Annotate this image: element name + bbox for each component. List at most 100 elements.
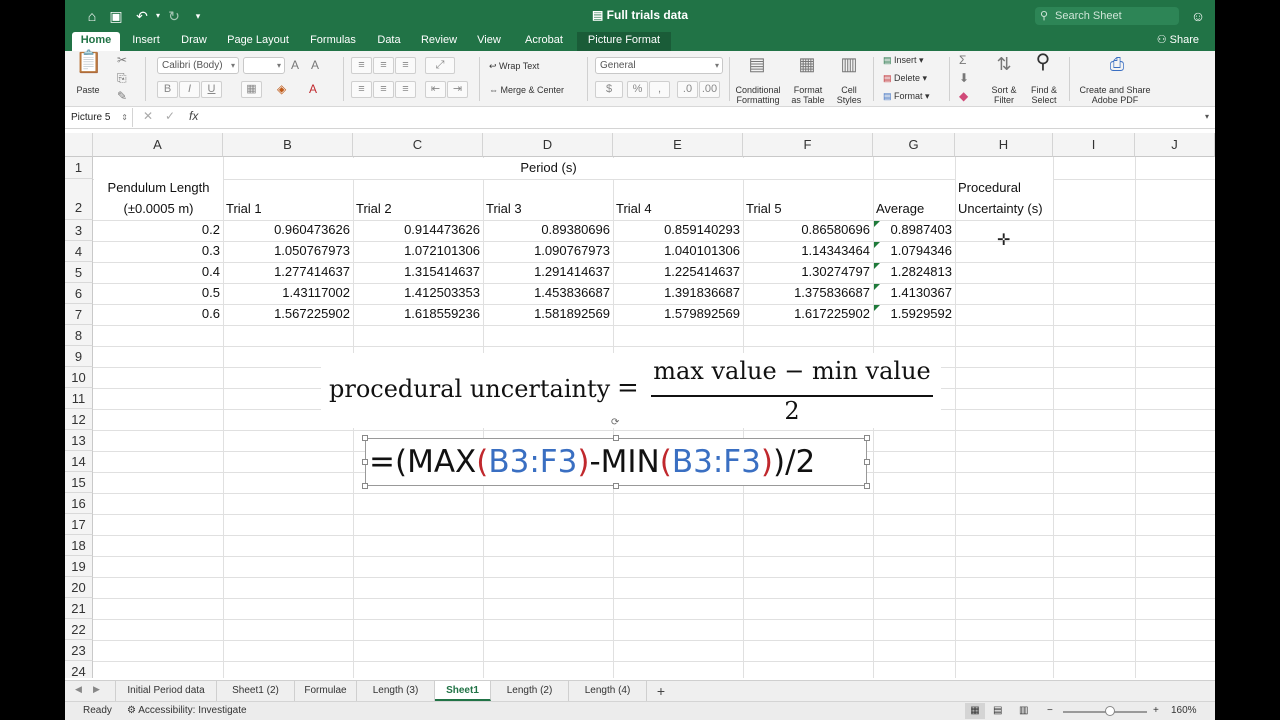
paste-icon[interactable]: 📋 — [75, 51, 102, 81]
comma-button[interactable]: , — [649, 81, 670, 98]
cell-c7[interactable]: 1.618559236 — [354, 304, 480, 324]
cancel-icon[interactable]: ✕ — [143, 109, 153, 123]
zoom-out-icon[interactable]: − — [1047, 702, 1053, 720]
tab-page-layout[interactable]: Page Layout — [223, 32, 293, 51]
cell-g5[interactable]: 1.2824813 — [874, 262, 952, 282]
row-header[interactable]: 2 — [65, 179, 93, 220]
page-layout-view-icon[interactable]: ▤ — [993, 702, 1002, 720]
formula-input[interactable] — [210, 109, 1210, 127]
equation-picture[interactable]: procedural uncertainty = max value − min… — [321, 353, 941, 428]
add-sheet-button[interactable]: + — [649, 681, 673, 701]
cell-g6[interactable]: 1.4130367 — [874, 283, 952, 303]
row-header[interactable]: 15 — [65, 472, 93, 493]
align-bottom-button[interactable]: ≡ — [395, 57, 416, 74]
accessibility-status[interactable]: ⚙ Accessibility: Investigate — [127, 702, 247, 720]
row-header[interactable]: 23 — [65, 640, 93, 661]
error-indicator-icon[interactable] — [874, 284, 880, 290]
row-header[interactable]: 8 — [65, 325, 93, 346]
increase-indent-button[interactable]: ⇥ — [447, 81, 468, 98]
cell-c5[interactable]: 1.315414637 — [354, 262, 480, 282]
row-header[interactable]: 3 — [65, 220, 93, 241]
format-painter-icon[interactable]: ✎ — [117, 89, 127, 103]
cell-b4[interactable]: 1.050767973 — [224, 241, 350, 261]
fill-icon[interactable]: ⬇ — [959, 71, 969, 85]
wrap-text-button[interactable]: ↩ Wrap Text — [489, 61, 559, 71]
formula-picture[interactable]: =(MAX(B3:F3)-MIN(B3:F3))/2 — [365, 438, 867, 486]
sheet-tab-sheet1-2[interactable]: Sheet1 (2) — [217, 681, 295, 701]
copy-icon[interactable]: ⎘ — [117, 71, 127, 85]
increase-decimal-button[interactable]: .0 — [677, 81, 698, 98]
paste-button[interactable]: Paste — [73, 85, 103, 95]
row-header[interactable]: 5 — [65, 262, 93, 283]
insert-function-icon[interactable]: fx — [189, 109, 198, 123]
column-header-e[interactable]: E — [613, 133, 743, 157]
cell-c3[interactable]: 0.914473626 — [354, 220, 480, 240]
zoom-slider-thumb[interactable] — [1105, 706, 1115, 716]
accounting-format-button[interactable]: $ — [595, 81, 623, 98]
merge-center-button[interactable]: ⇔ Merge & Center — [489, 85, 579, 95]
row-header[interactable]: 10 — [65, 367, 93, 388]
normal-view-icon[interactable]: ▦ — [965, 703, 985, 719]
row-header[interactable]: 1 — [65, 157, 93, 179]
cell-f6[interactable]: 1.375836687 — [744, 283, 870, 303]
cell-f7[interactable]: 1.617225902 — [744, 304, 870, 324]
row-header[interactable]: 20 — [65, 577, 93, 598]
cell-d4[interactable]: 1.090767973 — [484, 241, 610, 261]
number-format-select[interactable]: General ▾ — [595, 57, 723, 74]
format-as-table-button[interactable]: Format as Table — [787, 85, 829, 105]
align-left-button[interactable]: ≡ — [351, 81, 372, 98]
cell-a3[interactable]: 0.2 — [94, 220, 220, 240]
row-header[interactable]: 12 — [65, 409, 93, 430]
cell-a6[interactable]: 0.5 — [94, 283, 220, 303]
column-header-b[interactable]: B — [223, 133, 353, 157]
search-sheet-input[interactable]: ⚲ Search Sheet — [1035, 7, 1179, 25]
row-header[interactable]: 16 — [65, 493, 93, 514]
underline-button[interactable]: U — [201, 81, 222, 98]
error-indicator-icon[interactable] — [874, 305, 880, 311]
column-header-h[interactable]: H — [955, 133, 1053, 157]
delete-cells-button[interactable]: ▤ Delete ▾ — [883, 73, 943, 83]
sheet-tab-length-3[interactable]: Length (3) — [357, 681, 435, 701]
cell-g4[interactable]: 1.0794346 — [874, 241, 952, 261]
sheet-tab-length-4[interactable]: Length (4) — [569, 681, 647, 701]
zoom-level[interactable]: 160% — [1171, 702, 1197, 720]
stepper-icon[interactable]: ⇕ — [121, 108, 128, 127]
cell-d6[interactable]: 1.453836687 — [484, 283, 610, 303]
cell-e6[interactable]: 1.391836687 — [614, 283, 740, 303]
row-header[interactable]: 21 — [65, 598, 93, 619]
sheet-tab-sheet1[interactable]: Sheet1 — [435, 681, 491, 701]
decrease-decimal-button[interactable]: .00 — [699, 81, 720, 98]
tab-review[interactable]: Review — [417, 32, 461, 51]
column-header-d[interactable]: D — [483, 133, 613, 157]
resize-handle[interactable] — [864, 483, 870, 489]
decrease-indent-button[interactable]: ⇤ — [425, 81, 446, 98]
column-header-i[interactable]: I — [1053, 133, 1135, 157]
font-color-icon[interactable]: A — [309, 82, 317, 96]
cell-g3[interactable]: 0.8987403 — [874, 220, 952, 240]
column-header-c[interactable]: C — [353, 133, 483, 157]
cell-d7[interactable]: 1.581892569 — [484, 304, 610, 324]
cell-b5[interactable]: 1.277414637 — [224, 262, 350, 282]
column-header-a[interactable]: A — [93, 133, 223, 157]
row-header[interactable]: 9 — [65, 346, 93, 367]
select-all-corner[interactable] — [65, 133, 93, 157]
row-header[interactable]: 18 — [65, 535, 93, 556]
row-header[interactable]: 6 — [65, 283, 93, 304]
resize-handle[interactable] — [864, 435, 870, 441]
cut-icon[interactable]: ✂ — [117, 53, 127, 67]
align-middle-button[interactable]: ≡ — [373, 57, 394, 74]
align-center-button[interactable]: ≡ — [373, 81, 394, 98]
column-header-g[interactable]: G — [873, 133, 955, 157]
error-indicator-icon[interactable] — [874, 242, 880, 248]
row-header[interactable]: 11 — [65, 388, 93, 409]
column-header-j[interactable]: J — [1135, 133, 1215, 157]
resize-handle[interactable] — [864, 459, 870, 465]
tab-acrobat[interactable]: Acrobat — [517, 32, 571, 51]
cell-b6[interactable]: 1.43117002 — [224, 283, 350, 303]
tab-picture-format[interactable]: Picture Format — [577, 32, 671, 51]
cell-c6[interactable]: 1.412503353 — [354, 283, 480, 303]
align-top-button[interactable]: ≡ — [351, 57, 372, 74]
row-header[interactable]: 13 — [65, 430, 93, 451]
italic-button[interactable]: I — [179, 81, 200, 98]
tab-formulas[interactable]: Formulas — [305, 32, 361, 51]
